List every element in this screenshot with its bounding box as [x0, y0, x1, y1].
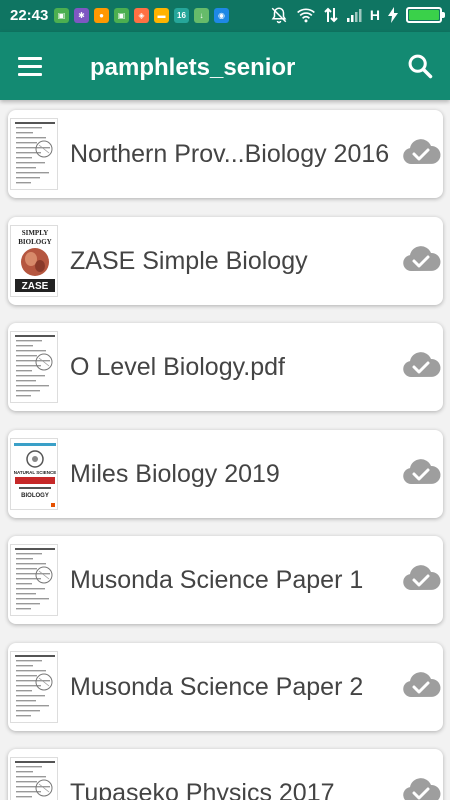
thumb-text: SIMPLY	[22, 229, 49, 237]
thumb-text: ZASE	[22, 281, 49, 292]
app-bar: pamphlets_senior	[0, 32, 450, 100]
file-list-item[interactable]: Northern Prov...Biology 2016	[8, 110, 443, 198]
system-icons: H	[270, 6, 445, 24]
file-list-item[interactable]: NATURAL SCIENCE BIOLOGY Miles Biology 2019	[8, 429, 443, 518]
file-thumbnail	[10, 544, 58, 616]
data-transfer-icon	[324, 7, 338, 23]
file-thumbnail	[10, 757, 58, 800]
file-title: Tupaseko Physics 2017	[70, 779, 335, 800]
mute-icon	[271, 7, 287, 24]
wifi-icon	[296, 8, 315, 23]
media-app-icon: ●	[94, 8, 109, 23]
file-list-item[interactable]: Musonda Science Paper 2	[8, 642, 443, 731]
status-bar: 22:43 ▣ ✱ ● ▣ ◈ ▬ 16 ↓ ◉ H	[0, 0, 450, 32]
menu-icon-line	[18, 72, 42, 76]
file-thumbnail: SIMPLY BIOLOGY ZASE	[10, 224, 58, 297]
file-thumbnail: NATURAL SCIENCE BIOLOGY	[10, 437, 58, 510]
file-title: O Level Biology.pdf	[70, 353, 285, 381]
signal-icon	[346, 9, 362, 22]
file-list-item[interactable]: Musonda Science Paper 1	[8, 536, 443, 624]
cloud-check-icon[interactable]	[401, 457, 441, 487]
status-time: 22:43	[10, 7, 49, 24]
file-title: Musonda Science Paper 2	[70, 672, 364, 701]
menu-button[interactable]	[18, 52, 52, 80]
file-thumbnail	[10, 331, 58, 403]
cloud-check-icon[interactable]	[401, 244, 441, 274]
calendar-app-icon: 16	[174, 8, 189, 23]
network-type: H	[369, 7, 380, 23]
cloud-check-icon[interactable]	[401, 350, 441, 380]
menu-icon-line	[18, 64, 42, 68]
menu-icon-line	[18, 56, 42, 60]
folder-app-icon: ▬	[154, 8, 169, 23]
file-thumbnail	[10, 650, 58, 723]
cloud-check-icon[interactable]	[401, 563, 441, 593]
file-list-item[interactable]: SIMPLY BIOLOGY ZASE ZASE Simple Biology	[8, 216, 443, 305]
android-app-icon: ▣	[54, 8, 69, 23]
file-title: Miles Biology 2019	[70, 459, 280, 488]
grid-app-icon: ✱	[74, 8, 89, 23]
file-list: Northern Prov...Biology 2016 SIMPLY BIOLOG…	[0, 100, 450, 800]
search-icon[interactable]	[406, 52, 434, 80]
cloud-check-icon[interactable]	[401, 776, 441, 800]
file-list-item[interactable]: Tupaseko Physics 2017	[8, 749, 443, 800]
file-thumbnail	[10, 118, 58, 190]
thumb-text: BIOLOGY	[18, 238, 51, 246]
notification-icons: ▣ ✱ ● ▣ ◈ ▬ 16 ↓ ◉	[54, 8, 229, 23]
file-list-item[interactable]: O Level Biology.pdf	[8, 323, 443, 411]
page-title: pamphlets_senior	[90, 54, 296, 81]
cube-app-icon: ◉	[214, 8, 229, 23]
cloud-check-icon[interactable]	[401, 137, 441, 167]
thumb-text: BIOLOGY	[21, 493, 49, 499]
file-title: Musonda Science Paper 1	[70, 566, 364, 594]
download-app-icon: ↓	[194, 8, 209, 23]
file-title: Northern Prov...Biology 2016	[70, 140, 390, 168]
battery-icon	[406, 7, 445, 23]
shop-app-icon: ◈	[134, 8, 149, 23]
thumb-text: NATURAL SCIENCE	[14, 470, 57, 475]
charging-icon	[388, 7, 398, 23]
android-app-icon: ▣	[114, 8, 129, 23]
file-title: ZASE Simple Biology	[70, 246, 308, 275]
cloud-check-icon[interactable]	[401, 670, 441, 700]
